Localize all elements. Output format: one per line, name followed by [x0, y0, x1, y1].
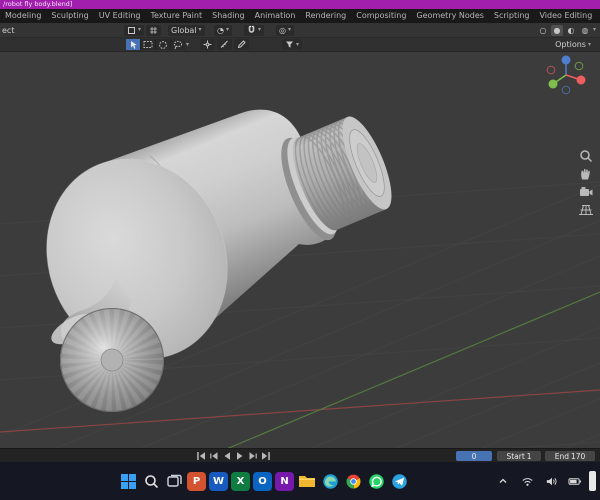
chevron-down-icon: ▾ — [587, 40, 591, 48]
camera-view-icon[interactable] — [578, 184, 594, 200]
box-select-button[interactable] — [141, 39, 156, 50]
chevron-down-icon: ▾ — [296, 40, 300, 48]
gizmo-neg-z-axis[interactable] — [561, 85, 571, 95]
workspace-tab[interactable]: Sculpting — [46, 9, 93, 23]
frame-start-field[interactable]: Start 1 — [497, 451, 541, 461]
options-dropdown[interactable]: Options ▾ — [552, 39, 594, 50]
file-explorer-icon[interactable] — [297, 471, 317, 491]
whatsapp-icon[interactable] — [366, 471, 386, 491]
notification-panel-icon[interactable] — [589, 471, 596, 491]
ribbed-disc[interactable] — [60, 308, 164, 412]
annotate-tool-button[interactable] — [234, 39, 249, 50]
outlook-icon[interactable]: O — [253, 471, 272, 491]
perspective-icon[interactable] — [578, 202, 594, 218]
proportional-editing-icon[interactable]: ◎ ▾ — [276, 24, 294, 36]
workspace-tab[interactable]: Shading — [207, 9, 250, 23]
viewport-header: ect ▾ Global ▾ ◔ ▾ ▾ ◎ ▾ ○ ● ◐ ◍ ▾ — [0, 23, 600, 38]
workspace-tab-bar: Modeling Sculpting UV Editing Texture Pa… — [0, 9, 600, 23]
edge-icon[interactable] — [320, 471, 340, 491]
material-preview-icon[interactable]: ◐ — [565, 25, 577, 36]
previous-keyframe-button[interactable] — [209, 451, 219, 461]
current-frame-field[interactable]: 0 — [456, 451, 492, 461]
tray-chevron-icon[interactable] — [493, 471, 513, 491]
jump-to-start-button[interactable] — [196, 451, 206, 461]
transform-orientation-dropdown[interactable]: Global ▾ — [168, 24, 205, 36]
filter-dropdown[interactable]: ▾ — [282, 39, 303, 50]
viewport-3d[interactable] — [0, 52, 600, 500]
timeline-bar: 0 Start 1 End 170 — [0, 448, 600, 463]
solid-shading-icon[interactable]: ● — [550, 24, 563, 36]
gizmo-z-axis[interactable] — [561, 55, 571, 65]
object-mode-dropdown[interactable]: ▾ — [124, 24, 145, 36]
onenote-icon[interactable]: N — [275, 471, 294, 491]
workspace-tab[interactable]: Geometry Nodes — [411, 9, 488, 23]
gizmo-neg-x-axis[interactable] — [546, 65, 556, 75]
gizmo-neg-y-axis[interactable] — [574, 61, 584, 71]
editor-grid-icon[interactable] — [146, 24, 162, 36]
zoom-icon[interactable] — [578, 148, 594, 164]
workspace-tab[interactable]: Compositing — [351, 9, 411, 23]
chevron-down-icon: ▾ — [198, 26, 202, 33]
windows-taskbar: P W X O N — [0, 462, 600, 500]
battery-icon[interactable] — [565, 471, 585, 491]
workspace-tab[interactable]: Scripting — [489, 9, 535, 23]
shading-dropdown-icon[interactable]: ▾ — [593, 27, 596, 33]
frame-end-field[interactable]: End 170 — [545, 451, 595, 461]
bottle-model[interactable] — [16, 109, 401, 412]
search-icon[interactable] — [141, 471, 161, 491]
rendered-preview-icon[interactable]: ◍ — [579, 25, 591, 36]
navigation-gizmo[interactable] — [543, 52, 589, 98]
viewport-canvas[interactable] — [0, 52, 600, 500]
wireframe-shading-icon[interactable]: ○ — [537, 25, 549, 36]
circle-select-button[interactable] — [156, 39, 171, 50]
chevron-down-icon: ▾ — [287, 26, 291, 33]
workspace-tab[interactable]: Video Editing — [534, 9, 597, 23]
chrome-icon[interactable] — [343, 471, 363, 491]
workspace-tab[interactable]: Animation — [250, 9, 301, 23]
chevron-down-icon: ▾ — [225, 26, 229, 33]
excel-icon[interactable]: X — [231, 471, 250, 491]
workspace-tab[interactable]: Modeling — [0, 9, 46, 23]
blender-window: /robot fly body.blend] Modeling Sculptin… — [0, 0, 600, 500]
playback-controls — [196, 451, 271, 461]
workspace-tab[interactable]: Texture Paint — [145, 9, 207, 23]
tweak-select-button[interactable] — [126, 39, 141, 50]
taskbar-apps: P W X O N — [118, 471, 409, 491]
select-tool-dropdown[interactable]: ▾ — [186, 41, 189, 48]
pan-hand-icon[interactable] — [578, 166, 594, 182]
window-title: /robot fly body.blend] — [3, 0, 73, 8]
jump-to-end-button[interactable] — [261, 451, 271, 461]
measure-tool-button[interactable] — [217, 39, 232, 50]
windows-start-icon[interactable] — [118, 471, 138, 491]
task-view-icon[interactable] — [164, 471, 184, 491]
falloff-dropdown[interactable]: ◔ ▾ — [214, 24, 232, 36]
gizmo-y-axis[interactable] — [548, 79, 558, 89]
powerpoint-icon[interactable]: P — [187, 471, 206, 491]
next-keyframe-button[interactable] — [248, 451, 258, 461]
chevron-down-icon: ▾ — [138, 26, 142, 33]
window-titlebar: /robot fly body.blend] — [0, 0, 600, 9]
snap-magnet-icon[interactable]: ▾ — [244, 24, 265, 36]
tool-settings-bar: ▾ ▾ Options ▾ — [0, 38, 600, 52]
telegram-icon[interactable] — [389, 471, 409, 491]
workspace-tab[interactable]: Rendering — [300, 9, 351, 23]
truncated-menu-text: ect — [2, 25, 15, 35]
network-icon[interactable] — [517, 471, 537, 491]
chevron-down-icon: ▾ — [258, 26, 262, 33]
play-button[interactable] — [235, 451, 245, 461]
system-tray — [493, 462, 596, 500]
word-icon[interactable]: W — [209, 471, 228, 491]
play-reverse-button[interactable] — [222, 451, 232, 461]
cursor-tool-button[interactable] — [200, 39, 215, 50]
workspace-tab[interactable]: UV Editing — [94, 9, 146, 23]
gizmo-x-axis[interactable] — [576, 75, 586, 85]
lasso-select-button[interactable] — [171, 39, 185, 50]
volume-icon[interactable] — [541, 471, 561, 491]
